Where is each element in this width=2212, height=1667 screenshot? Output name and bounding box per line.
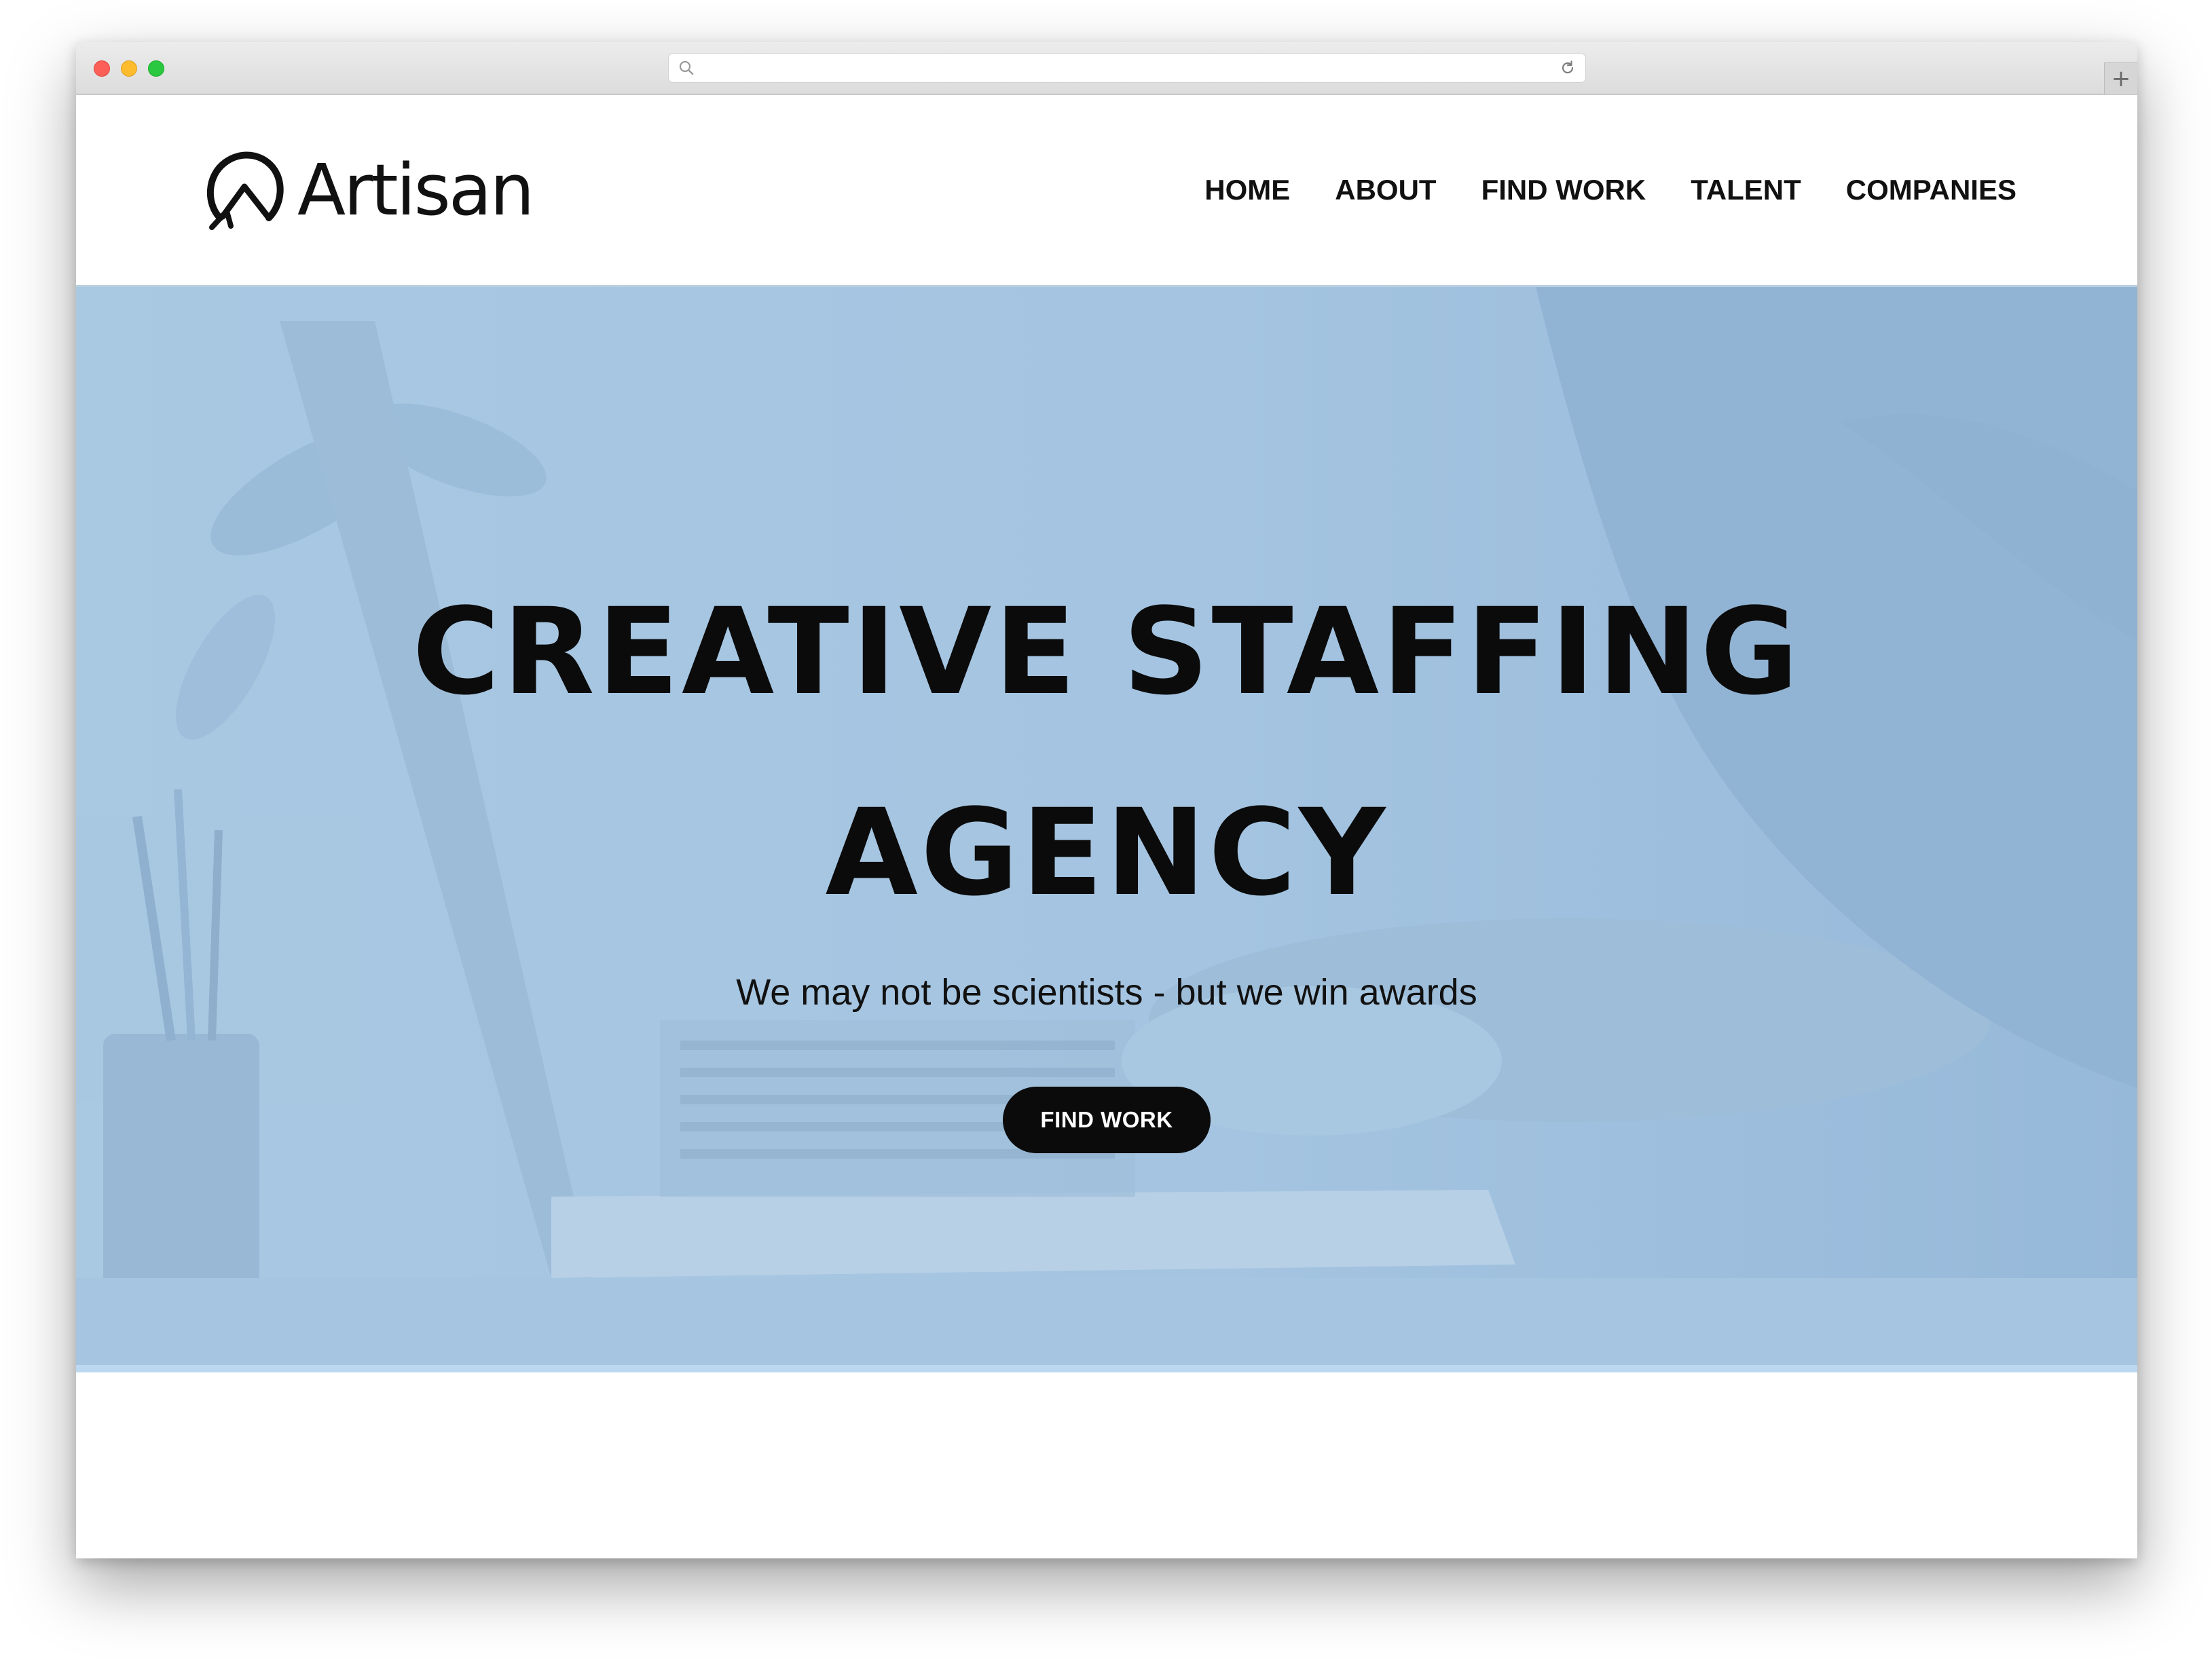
artisan-logo-icon bbox=[206, 151, 284, 230]
browser-window: + Artisan HOME ABOUT FIND WORK TALENT CO… bbox=[76, 42, 2137, 1558]
zoom-window-button[interactable] bbox=[148, 60, 164, 77]
nav-find-work[interactable]: FIND WORK bbox=[1481, 174, 1646, 206]
nav-home[interactable]: HOME bbox=[1204, 174, 1290, 206]
main-nav: HOME ABOUT FIND WORK TALENT COMPANIES bbox=[1160, 95, 2016, 285]
hero-subtitle: We may not be scientists - but we win aw… bbox=[736, 972, 1477, 1013]
search-icon bbox=[679, 60, 694, 75]
reload-icon[interactable] bbox=[1558, 58, 1577, 77]
hero-title: CREATIVE STAFFING AGENCY bbox=[76, 552, 2137, 954]
hero-title-line-1: CREATIVE STAFFING bbox=[412, 582, 1801, 722]
content-area bbox=[76, 1372, 2137, 1558]
minimize-window-button[interactable] bbox=[121, 60, 137, 77]
address-bar[interactable] bbox=[668, 53, 1586, 83]
hero-section: CREATIVE STAFFING AGENCY We may not be s… bbox=[76, 285, 2137, 1374]
site-logo[interactable]: Artisan bbox=[202, 95, 534, 285]
find-work-button[interactable]: FIND WORK bbox=[1003, 1087, 1211, 1153]
hero-title-line-2: AGENCY bbox=[825, 783, 1388, 922]
new-tab-icon: + bbox=[2111, 65, 2131, 92]
nav-about[interactable]: ABOUT bbox=[1335, 174, 1436, 206]
site-header: Artisan HOME ABOUT FIND WORK TALENT COMP… bbox=[76, 95, 2137, 285]
nav-companies[interactable]: COMPANIES bbox=[1846, 174, 2016, 206]
close-window-button[interactable] bbox=[94, 60, 110, 77]
browser-titlebar: + bbox=[76, 42, 2137, 95]
new-tab-button[interactable]: + bbox=[2104, 62, 2137, 94]
nav-talent[interactable]: TALENT bbox=[1691, 174, 1801, 206]
logo-wordmark: Artisan bbox=[297, 149, 534, 231]
